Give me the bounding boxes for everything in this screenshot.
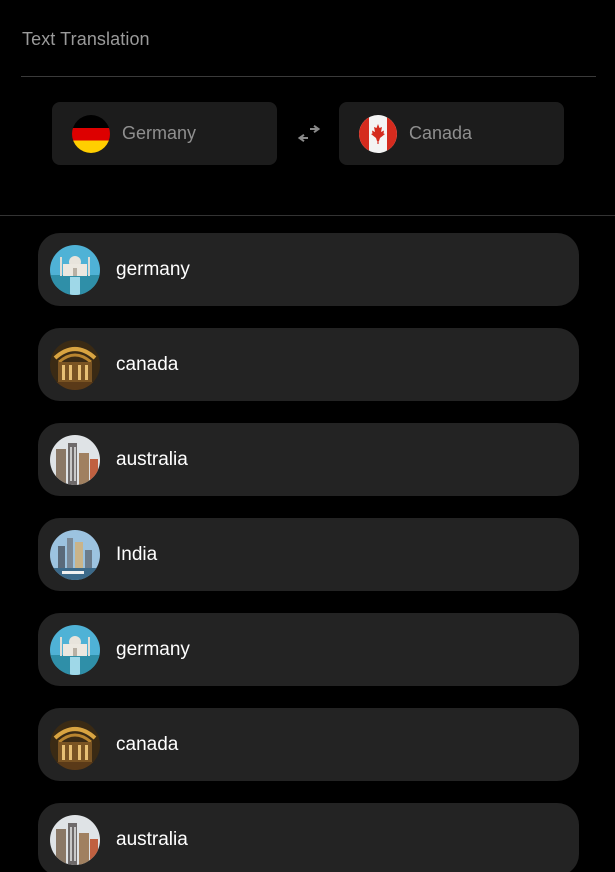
list-item[interactable]: India — [38, 518, 579, 591]
list-item-label: germany — [116, 258, 190, 280]
list-item[interactable]: australia — [38, 423, 579, 496]
list-item-label: germany — [116, 638, 190, 660]
list-item-label: canada — [116, 733, 179, 755]
list-item-label: India — [116, 543, 158, 565]
target-language-selector[interactable]: Canada — [339, 102, 564, 165]
list-item[interactable]: germany — [38, 233, 579, 306]
palace-thumbnail-icon — [50, 624, 100, 675]
list-item-label: australia — [116, 828, 188, 850]
canada-flag-icon — [359, 114, 397, 153]
list-item[interactable]: canada — [38, 708, 579, 781]
list-item[interactable]: australia — [38, 803, 579, 872]
golden-hall-thumbnail-icon — [50, 719, 100, 770]
header-divider — [21, 76, 596, 77]
source-language-selector[interactable]: Germany — [52, 102, 277, 165]
city-towers-thumbnail-icon — [50, 814, 100, 865]
section-divider — [0, 215, 615, 216]
palace-thumbnail-icon — [50, 244, 100, 295]
app-root: Text Translation Germany Canada germany … — [0, 0, 615, 872]
list-item[interactable]: canada — [38, 328, 579, 401]
list-item[interactable]: germany — [38, 613, 579, 686]
germany-flag-icon — [72, 114, 110, 153]
city-skyline-thumbnail-icon — [50, 529, 100, 580]
source-language-name: Germany — [122, 123, 197, 143]
city-towers-thumbnail-icon — [50, 434, 100, 485]
golden-hall-thumbnail-icon — [50, 339, 100, 390]
list-item-label: canada — [116, 353, 179, 375]
swap-languages-button[interactable] — [296, 121, 322, 147]
swap-arrows-icon — [297, 125, 321, 143]
language-list: germany canada australia India germany c… — [38, 233, 579, 872]
list-item-label: australia — [116, 448, 188, 470]
target-language-name: Canada — [409, 123, 473, 143]
page-title: Text Translation — [22, 29, 150, 49]
